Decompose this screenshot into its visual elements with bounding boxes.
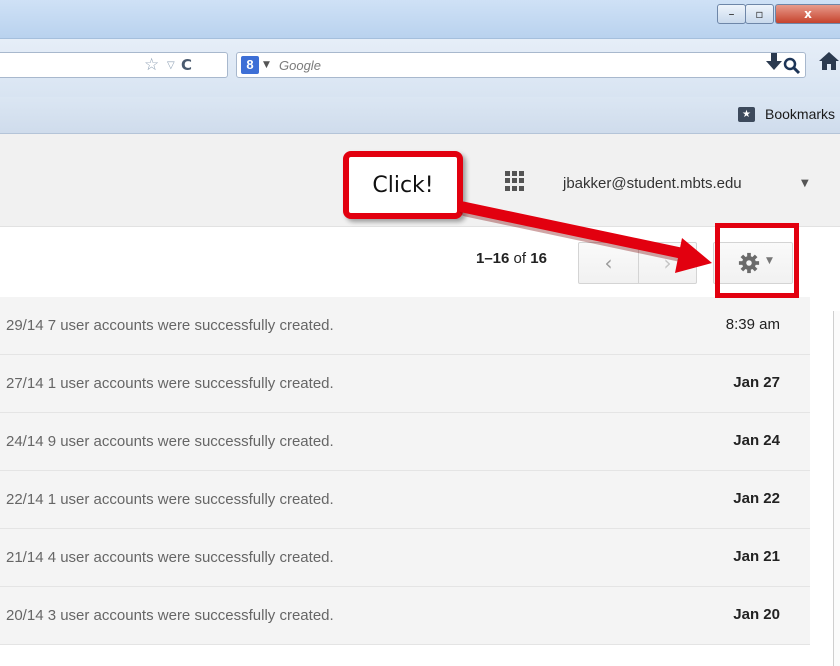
message-row[interactable]: 27/14 1 user accounts were successfully … (0, 355, 810, 413)
url-dropdown-icon[interactable]: ▽ (167, 60, 175, 71)
message-date: 8:39 am (725, 316, 780, 333)
close-button[interactable]: x (775, 4, 840, 24)
search-bar[interactable]: 8 ▼ Google (236, 52, 806, 78)
bookmarks-menu[interactable]: Bookmarks (765, 106, 835, 122)
search-input[interactable]: Google (279, 58, 321, 73)
message-subject: 22/14 1 user accounts were successfully … (6, 491, 334, 508)
message-row[interactable]: 21/14 4 user accounts were successfully … (0, 529, 810, 587)
settings-highlight-box (715, 223, 799, 298)
window-title-bar: – ▫ x (0, 0, 840, 39)
message-row[interactable]: 24/14 9 user accounts were successfully … (0, 413, 810, 471)
message-subject: 27/14 1 user accounts were successfully … (6, 375, 334, 392)
minimize-button[interactable]: – (717, 4, 746, 24)
message-date: Jan 20 (733, 606, 780, 623)
message-subject: 20/14 3 user accounts were successfully … (6, 607, 334, 624)
reload-icon[interactable]: C (181, 56, 192, 74)
message-row[interactable]: 20/14 3 user accounts were successfully … (0, 587, 810, 645)
apps-grid-icon[interactable] (505, 171, 525, 191)
scrollbar[interactable] (833, 311, 840, 666)
pager-buttons: ‹ › (578, 242, 697, 284)
chevron-down-icon[interactable]: ▼ (801, 178, 809, 189)
message-date: Jan 22 (733, 490, 780, 507)
download-icon[interactable] (765, 52, 783, 72)
message-date: Jan 27 (733, 374, 780, 391)
pager-count: 1–16 of 16 (476, 250, 547, 267)
maximize-button[interactable]: ▫ (745, 4, 774, 24)
browser-nav-bar: ☆ ▽ C 8 ▼ Google (0, 39, 840, 97)
search-icon[interactable] (782, 56, 802, 76)
click-callout: Click! (343, 151, 463, 219)
message-subject: 24/14 9 user accounts were successfully … (6, 433, 334, 450)
older-button[interactable]: › (638, 243, 697, 283)
account-email[interactable]: jbakker@student.mbts.edu (563, 175, 742, 192)
message-row[interactable]: 22/14 1 user accounts were successfully … (0, 471, 810, 529)
star-icon[interactable]: ☆ (144, 55, 159, 75)
message-subject: 21/14 4 user accounts were successfully … (6, 549, 334, 566)
bookmarks-bar: ★ Bookmarks (0, 97, 840, 134)
home-icon[interactable] (818, 51, 840, 71)
message-date: Jan 24 (733, 432, 780, 449)
url-bar[interactable]: ☆ ▽ C (0, 52, 228, 78)
newer-button[interactable]: ‹ (579, 243, 639, 283)
message-date: Jan 21 (733, 548, 780, 565)
bookmarks-star-icon[interactable]: ★ (738, 107, 755, 122)
message-row[interactable]: 29/14 7 user accounts were successfully … (0, 297, 810, 355)
message-list: 29/14 7 user accounts were successfully … (0, 297, 810, 645)
search-engine-dropdown-icon[interactable]: ▼ (263, 60, 270, 70)
callout-text: Click! (372, 172, 434, 198)
message-subject: 29/14 7 user accounts were successfully … (6, 317, 334, 334)
search-engine-icon[interactable]: 8 (241, 56, 259, 74)
